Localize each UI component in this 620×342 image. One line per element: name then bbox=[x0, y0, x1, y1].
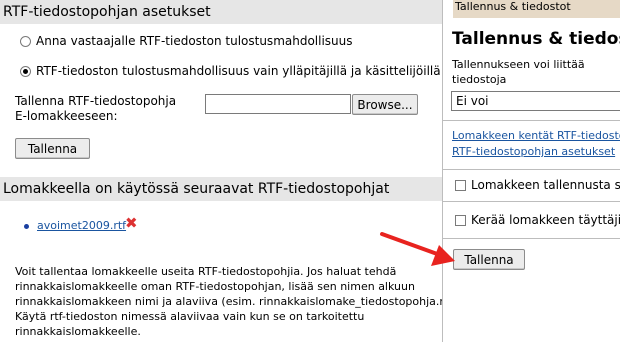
close-x-icon[interactable]: ✖ bbox=[125, 216, 138, 231]
browse-button[interactable]: Browse... bbox=[352, 94, 418, 115]
form-fields-rtf-link[interactable]: Lomakkeen kentät RTF-tiedostoon bbox=[452, 129, 620, 142]
template-link-avoimet2009[interactable]: avoimet2009.rtf bbox=[37, 219, 126, 232]
save-template-label-line2: E-lomakkeeseen: bbox=[15, 109, 118, 123]
right-panel: Tallennus & tiedostot Tallennus & tiedos… bbox=[442, 0, 620, 342]
file-path-input[interactable] bbox=[205, 94, 351, 114]
collect-fillers-label: Kerää lomakkeen täyttäjistä bbox=[471, 213, 620, 227]
info-line: Voit tallentaa lomakkeelle useita RTF-ti… bbox=[15, 265, 397, 278]
attach-files-label-line2: tiedostoja bbox=[452, 73, 507, 86]
info-line: Käytä rtf-tiedoston nimessä alaviivaa va… bbox=[15, 310, 365, 323]
info-line: rinnakkaislomakkeelle oman RTF-tiedostop… bbox=[15, 280, 415, 293]
tab-tallennus-tiedostot[interactable]: Tallennus & tiedostot bbox=[453, 0, 620, 18]
save-template-label: Tallenna RTF-tiedostopohja E-lomakkeesee… bbox=[15, 94, 176, 124]
radio-option-allow-respondent[interactable]: Anna vastaajalle RTF-tiedoston tulostusm… bbox=[20, 32, 353, 50]
info-line: rinnakkaislomakkeen nimi ja alaviiva (es… bbox=[15, 295, 460, 308]
attach-files-label-line1: Tallennukseen voi liittää bbox=[452, 58, 585, 71]
panel-save-button[interactable]: Tallenna bbox=[453, 249, 525, 270]
radio-label: Anna vastaajalle RTF-tiedoston tulostusm… bbox=[36, 34, 353, 48]
rtf-settings-header: RTF-tiedostopohjan asetukset bbox=[0, 0, 442, 24]
divider bbox=[443, 169, 620, 170]
radio-button-selected[interactable] bbox=[20, 65, 31, 77]
attach-files-label: Tallennukseen voi liittää tiedostoja bbox=[452, 57, 585, 87]
left-pane: RTF-tiedostopohjan asetukset Anna vastaa… bbox=[0, 0, 460, 342]
divider bbox=[443, 201, 620, 202]
attach-files-select[interactable]: Ei voi bbox=[451, 91, 620, 111]
divider bbox=[443, 238, 620, 239]
radio-button[interactable] bbox=[20, 35, 31, 47]
radio-label: RTF-tiedoston tulostusmahdollisuus vain … bbox=[36, 64, 441, 78]
radio-option-admins-only[interactable]: RTF-tiedoston tulostusmahdollisuus vain … bbox=[20, 62, 441, 80]
rtf-template-settings-link[interactable]: RTF-tiedostopohjan asetukset bbox=[452, 145, 615, 158]
save-allowed-label: Lomakkeen tallennusta saa bbox=[471, 178, 620, 192]
save-allowed-checkbox[interactable] bbox=[455, 180, 466, 191]
collect-fillers-checkbox[interactable] bbox=[455, 215, 466, 226]
panel-title: Tallennus & tiedostot bbox=[452, 29, 620, 49]
divider bbox=[443, 120, 620, 121]
info-paragraph: Voit tallentaa lomakkeelle useita RTF-ti… bbox=[15, 264, 460, 339]
save-template-label-line1: Tallenna RTF-tiedostopohja bbox=[15, 94, 177, 108]
templates-in-use-header: Lomakkeella on käytössä seuraavat RTF-ti… bbox=[0, 177, 442, 201]
info-line: rinnakkaislomakkeelle. bbox=[15, 325, 141, 338]
save-button[interactable]: Tallenna bbox=[15, 138, 90, 159]
list-bullet bbox=[24, 224, 29, 229]
